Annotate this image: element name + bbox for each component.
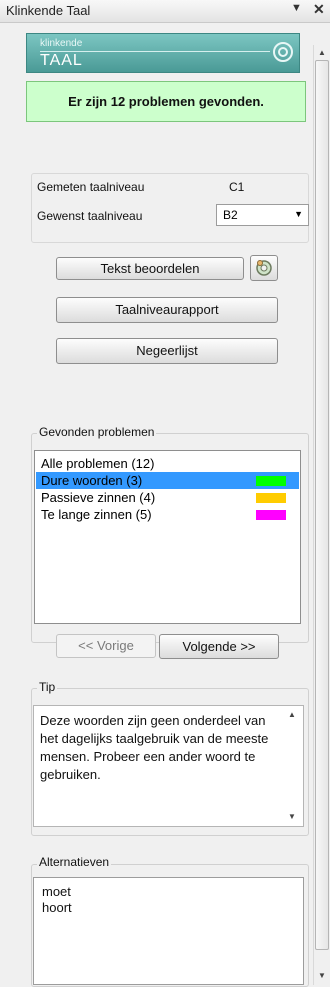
scroll-down-icon[interactable]: ▼ — [318, 971, 326, 980]
list-item[interactable]: hoort — [42, 900, 72, 916]
pane-menu-icon[interactable]: ▼ — [291, 2, 302, 14]
next-button[interactable]: Volgende >> — [159, 634, 279, 659]
alternatives-list[interactable]: moet hoort — [33, 877, 304, 985]
chevron-down-icon: ▼ — [294, 209, 303, 219]
list-item[interactable]: moet — [42, 884, 71, 900]
pane-title: Klinkende Taal — [6, 3, 91, 18]
alternatives-group-label: Alternatieven — [37, 855, 112, 869]
pane-titlebar: Klinkende Taal ▼ ✕ — [0, 0, 330, 23]
logo-inner-ring-icon — [278, 47, 288, 57]
level-report-button[interactable]: Taalniveaurapport — [56, 297, 278, 323]
desired-level-select[interactable]: B2 ▼ — [216, 204, 309, 226]
logo-big-text: TAAL — [40, 52, 83, 69]
scroll-up-icon[interactable]: ▲ — [288, 710, 296, 719]
list-item-all-problems[interactable]: Alle problemen (12) — [36, 455, 299, 472]
scroll-up-icon[interactable]: ▲ — [318, 48, 326, 57]
ignore-list-button[interactable]: Negeerlijst — [56, 338, 278, 364]
list-item-long-sentences[interactable]: Te lange zinnen (5) — [36, 506, 299, 523]
problems-list[interactable]: Alle problemen (12) Dure woorden (3) Pas… — [34, 450, 301, 624]
yellow-swatch — [256, 493, 286, 503]
scroll-down-icon[interactable]: ▼ — [288, 812, 296, 821]
tip-scrollbar[interactable]: ▲ ▼ — [282, 706, 302, 826]
logo-small-text: klinkende — [40, 38, 83, 49]
list-item-passive-sentences[interactable]: Passieve zinnen (4) — [36, 489, 299, 506]
pane-scrollbar[interactable]: ▲ ▼ — [313, 45, 330, 985]
measured-level-value: C1 — [229, 180, 245, 194]
problems-group-label: Gevonden problemen — [37, 425, 157, 439]
desired-level-label: Gewenst taalniveau — [37, 209, 143, 223]
gears-icon — [256, 260, 272, 276]
list-item-expensive-words[interactable]: Dure woorden (3) — [36, 472, 299, 489]
scrollbar-thumb[interactable] — [315, 60, 329, 950]
klinkende-taal-logo: klinkende TAAL — [26, 33, 300, 73]
measured-level-label: Gemeten taalniveau — [37, 180, 145, 194]
status-message: Er zijn 12 problemen gevonden. — [26, 81, 306, 122]
tip-textbox[interactable]: Deze woorden zijn geen onderdeel van het… — [33, 705, 304, 827]
assess-text-button[interactable]: Tekst beoordelen — [56, 257, 244, 280]
magenta-swatch — [256, 510, 286, 520]
close-icon[interactable]: ✕ — [313, 1, 325, 18]
desired-level-value: B2 — [223, 208, 238, 222]
previous-button[interactable]: << Vorige — [56, 634, 156, 658]
settings-button[interactable] — [250, 255, 278, 281]
tip-group-label: Tip — [37, 680, 58, 694]
tip-text: Deze woorden zijn geen onderdeel van het… — [40, 713, 269, 782]
green-swatch — [256, 476, 286, 486]
